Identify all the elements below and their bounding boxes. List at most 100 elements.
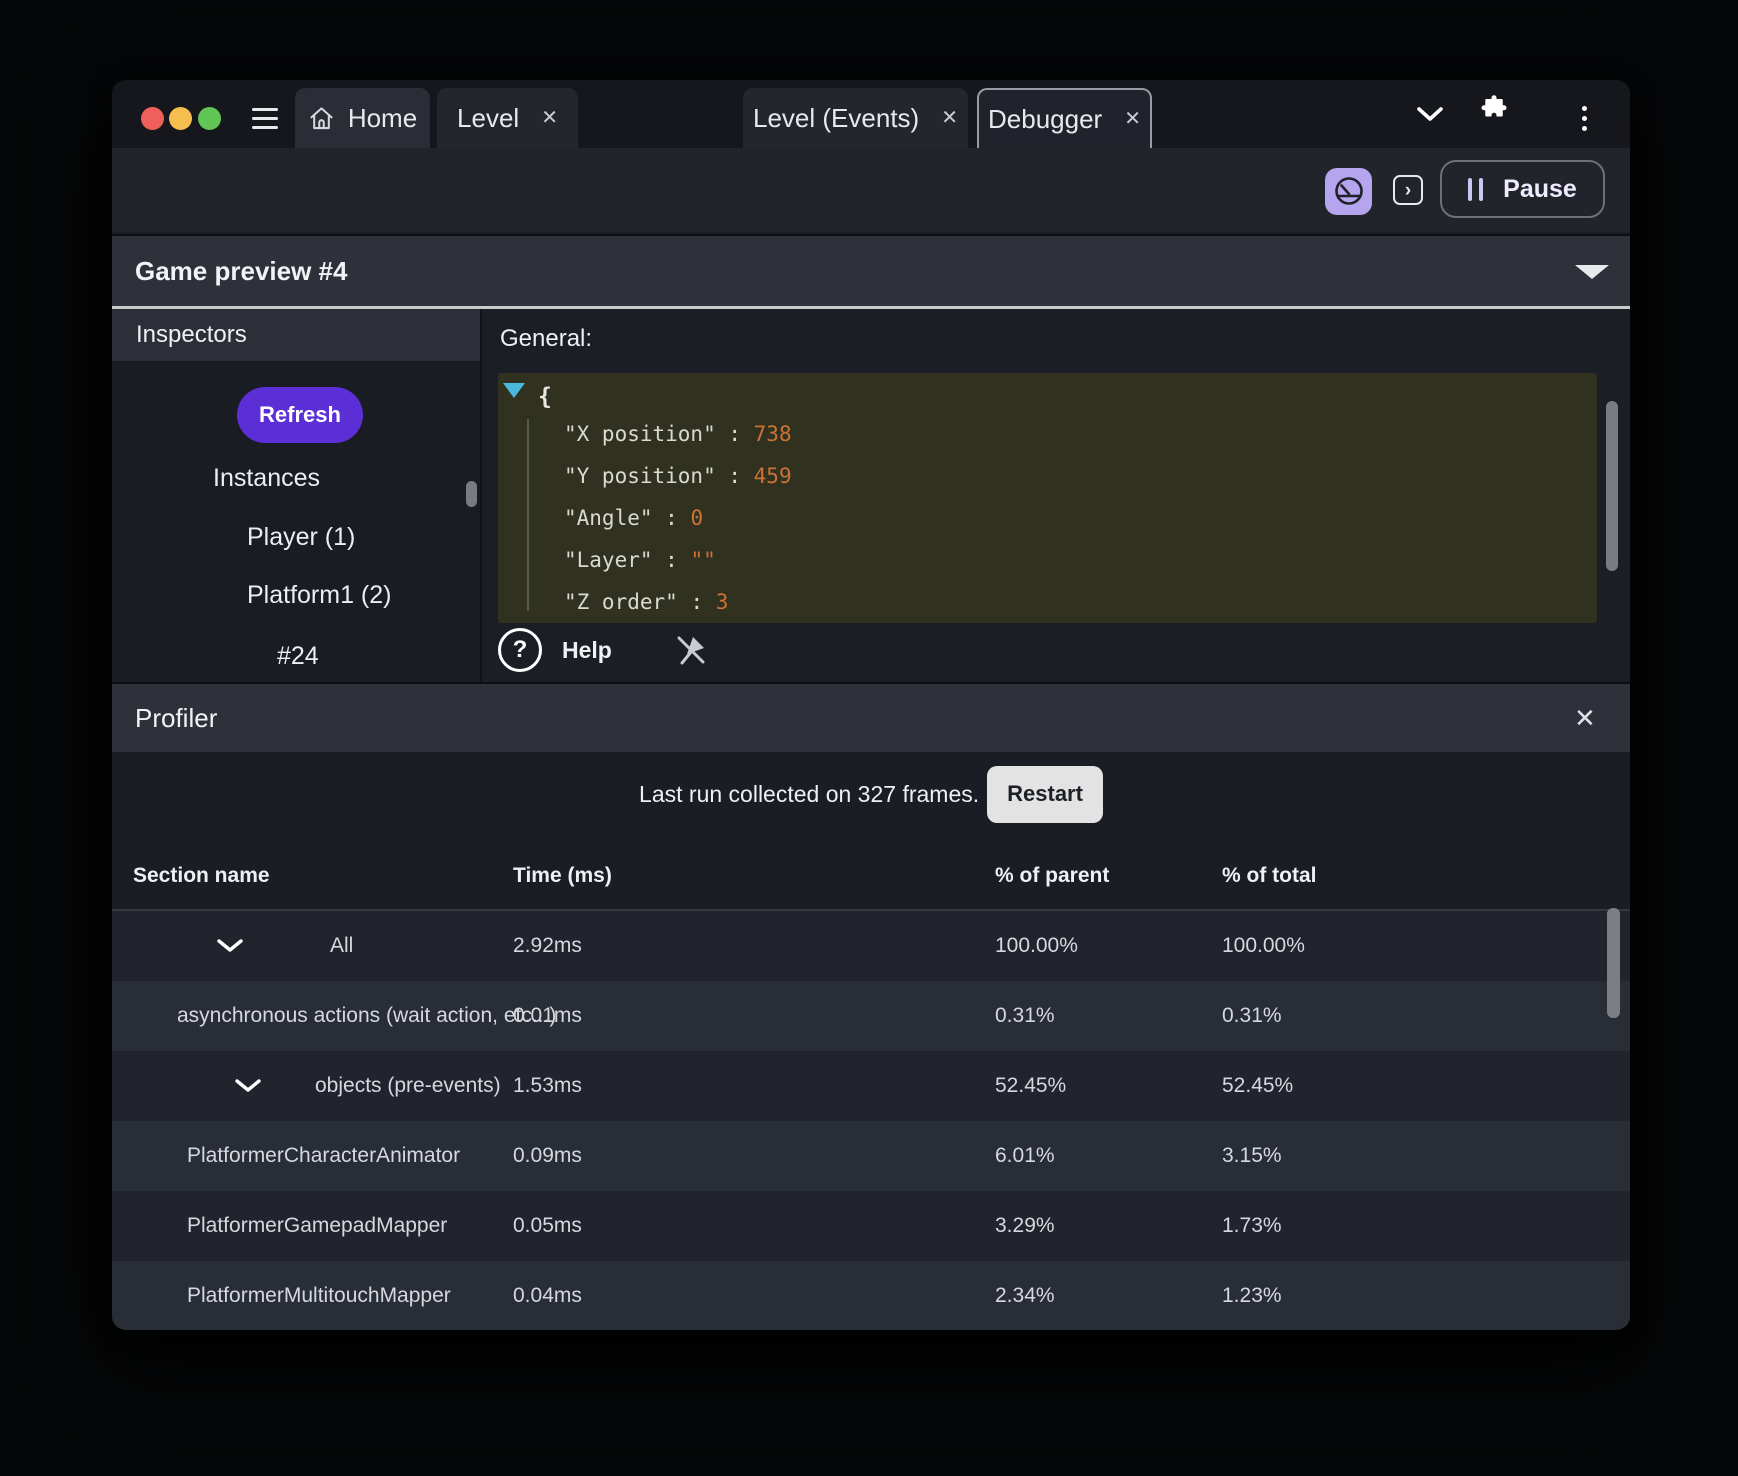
table-row-async-actions[interactable]: asynchronous actions (wait action, etc..…	[112, 981, 1630, 1051]
close-icon[interactable]: ✕	[1124, 109, 1141, 129]
row-percent-total: 52.45%	[1222, 1074, 1294, 1097]
profiler-status-text: Last run collected on 327 frames.	[639, 780, 980, 807]
refresh-button[interactable]: Refresh	[237, 387, 363, 443]
col-section-name: Section name	[133, 864, 270, 887]
close-icon[interactable]: ✕	[941, 108, 958, 128]
more-options-icon[interactable]	[1582, 106, 1587, 136]
property-line: "Y position" : 459	[564, 456, 792, 496]
row-section-name: PlatformerCharacterAnimator	[187, 1144, 461, 1167]
console-icon: ›	[1404, 179, 1412, 201]
table-row-multitouch-mapper[interactable]: PlatformerMultitouchMapper 0.04ms 2.34% …	[112, 1261, 1630, 1330]
property-value: 0	[690, 506, 704, 530]
chevron-down-icon[interactable]	[233, 1051, 263, 1121]
property-separator: :	[677, 590, 716, 614]
property-value: ""	[690, 548, 716, 572]
inspector-item-player[interactable]: Player (1)	[247, 520, 355, 554]
profiler-body: Last run collected on 327 frames. Restar…	[112, 752, 1630, 1330]
close-icon[interactable]: ✕	[1574, 684, 1596, 752]
row-percent-total: 1.23%	[1222, 1284, 1282, 1307]
window-minimize-button[interactable]	[169, 107, 192, 130]
tab-label: Debugger	[988, 103, 1103, 134]
tab-label: Level (Events)	[753, 102, 920, 133]
col-percent-parent: % of parent	[995, 864, 1110, 887]
row-percent-total: 3.15%	[1222, 1144, 1282, 1167]
pause-icon	[1468, 177, 1484, 201]
row-time: 0.04ms	[513, 1284, 582, 1307]
game-preview-header[interactable]: Game preview #4	[112, 234, 1630, 308]
close-icon[interactable]: ✕	[541, 108, 558, 128]
col-time: Time (ms)	[513, 864, 612, 887]
property-line: "Angle" : 0	[564, 498, 703, 538]
row-percent-parent: 52.45%	[995, 1074, 1067, 1097]
game-preview-title: Game preview #4	[135, 256, 348, 286]
window-zoom-button[interactable]	[198, 107, 221, 130]
home-icon	[308, 105, 335, 132]
property-value: 3	[715, 590, 729, 614]
window-close-button[interactable]	[141, 107, 164, 130]
collapse-triangle-icon[interactable]	[1575, 265, 1609, 279]
property-separator: :	[652, 506, 691, 530]
row-section-name: asynchronous actions (wait action, etc..…	[177, 1004, 557, 1027]
inspector-item-platform1[interactable]: Platform1 (2)	[247, 578, 391, 612]
property-line: "Layer" : ""	[564, 540, 716, 580]
help-icon[interactable]: ?	[498, 628, 542, 672]
row-time: 1.53ms	[513, 1074, 582, 1097]
inspectors-panel: Inspectors Refresh Instances Player (1) …	[112, 309, 480, 682]
open-brace: {	[538, 384, 552, 410]
profiler-status-row: Last run collected on 327 frames. Restar…	[112, 762, 1630, 826]
row-percent-parent: 3.29%	[995, 1214, 1055, 1237]
tab-level[interactable]: Level ✕	[437, 88, 578, 148]
general-panel: General: { "X position" : 738 "Y positio…	[482, 309, 1630, 682]
inspectors-list: Refresh Instances Player (1) Platform1 (…	[112, 361, 480, 682]
extensions-puzzle-icon[interactable]	[1479, 94, 1509, 124]
restart-button[interactable]: Restart	[987, 765, 1103, 823]
row-percent-parent: 0.31%	[995, 1004, 1055, 1027]
profiler-scrollbar[interactable]	[1607, 908, 1620, 1018]
tab-level-events[interactable]: Level (Events) ✕	[743, 88, 968, 148]
row-percent-parent: 2.34%	[995, 1284, 1055, 1307]
row-percent-parent: 100.00%	[995, 934, 1078, 957]
general-scrollbar[interactable]	[1606, 401, 1618, 571]
inspector-item-instance-24[interactable]: #24	[277, 639, 319, 673]
chevron-down-icon[interactable]	[1415, 105, 1445, 123]
row-percent-total: 1.73%	[1222, 1214, 1282, 1237]
tab-home[interactable]: Home	[295, 88, 430, 148]
app-window: Home Level ✕ Level (Events) ✕ Debugger ✕	[112, 80, 1630, 1330]
tab-label: Level	[457, 102, 520, 133]
expand-triangle-icon[interactable]	[503, 383, 525, 398]
profiler-toggle-button[interactable]	[1325, 168, 1372, 215]
pin-off-icon[interactable]	[674, 633, 708, 667]
indent-guide	[527, 419, 529, 611]
row-section-name: PlatformerGamepadMapper	[187, 1214, 448, 1237]
table-row-character-animator[interactable]: PlatformerCharacterAnimator 0.09ms 6.01%…	[112, 1121, 1630, 1191]
property-separator: :	[715, 422, 754, 446]
console-button[interactable]: ›	[1393, 175, 1423, 205]
inspectors-scrollbar[interactable]	[466, 481, 477, 507]
question-mark: ?	[512, 636, 528, 663]
general-title: General:	[500, 325, 593, 352]
table-row-all[interactable]: All 2.92ms 100.00% 100.00%	[112, 911, 1630, 981]
pause-button[interactable]: Pause	[1440, 160, 1605, 218]
row-percent-total: 100.00%	[1222, 934, 1305, 957]
help-button[interactable]: Help	[562, 637, 612, 664]
property-line: "Z order" : 3	[564, 582, 728, 622]
row-time: 0.09ms	[513, 1144, 582, 1167]
menu-icon[interactable]	[252, 108, 278, 129]
property-key: "X position"	[564, 422, 716, 446]
table-row-objects-pre-events[interactable]: objects (pre-events) 1.53ms 52.45% 52.45…	[112, 1051, 1630, 1121]
inspector-item-instances[interactable]: Instances	[213, 461, 320, 495]
tab-debugger[interactable]: Debugger ✕	[977, 88, 1152, 148]
row-time: 0.05ms	[513, 1214, 582, 1237]
pause-label: Pause	[1503, 174, 1577, 203]
chevron-down-icon[interactable]	[215, 911, 245, 981]
table-row-gamepad-mapper[interactable]: PlatformerGamepadMapper 0.05ms 3.29% 1.7…	[112, 1191, 1630, 1261]
speedometer-icon	[1334, 176, 1363, 205]
property-key: "Layer"	[564, 548, 653, 572]
property-line: "X position" : 738	[564, 414, 792, 454]
property-value: 738	[753, 422, 792, 446]
property-separator: :	[715, 464, 754, 488]
row-section-name: PlatformerMultitouchMapper	[187, 1284, 451, 1307]
row-section-name: objects (pre-events)	[315, 1074, 501, 1097]
refresh-label: Refresh	[259, 402, 341, 427]
row-percent-total: 0.31%	[1222, 1004, 1282, 1027]
